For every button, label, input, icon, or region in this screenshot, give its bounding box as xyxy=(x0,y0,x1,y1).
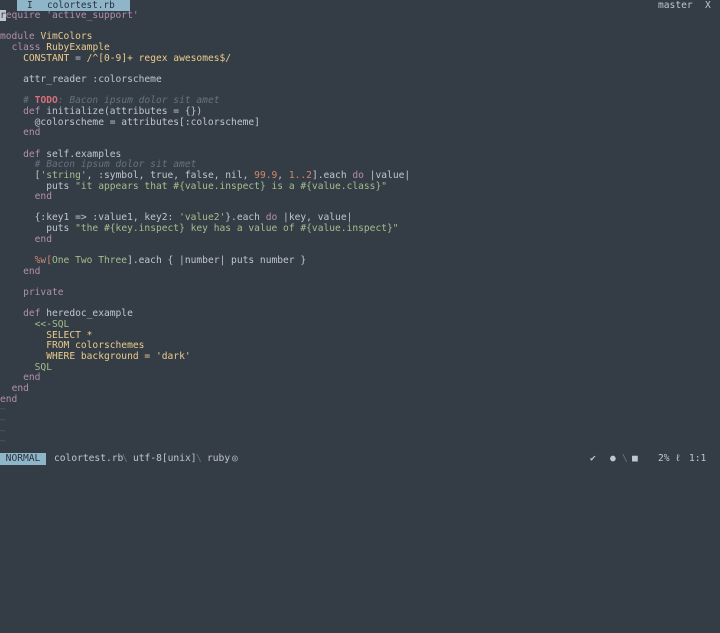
code-line: end xyxy=(0,233,720,246)
code-number: 99.9 xyxy=(254,169,278,181)
code-constant: CONSTANT xyxy=(23,52,70,64)
code-heredoc: SQL xyxy=(34,361,52,373)
code-keyword: do xyxy=(265,212,278,224)
scroll-percent: 2% xyxy=(658,453,670,464)
code-constant: RubyExample xyxy=(46,41,110,53)
code-text: equire 'active_support' xyxy=(5,10,139,21)
code-percent-w: %w[ xyxy=(34,255,52,267)
code-keyword: end xyxy=(34,191,52,203)
code-string: "the #{key.inspect} key has a value of #… xyxy=(75,223,399,235)
code-line: puts "the #{key.inspect} key has a value… xyxy=(0,223,720,235)
code-regex: /^[0-9]+ regex awesomes$/ xyxy=(86,52,232,64)
code-line: require 'active_support' xyxy=(0,10,720,22)
code-string: One Two Three xyxy=(51,255,128,267)
close-tab-button[interactable]: X xyxy=(705,0,711,11)
code-text: attr_reader :colorscheme xyxy=(23,73,162,85)
code-keyword: end xyxy=(34,233,52,245)
empty-line-tilde: ~ xyxy=(0,425,6,437)
code-keyword: class xyxy=(11,41,41,53)
check-icon: ✔ xyxy=(590,453,596,464)
code-constant: VimColors xyxy=(40,31,93,43)
dot-icon: ● xyxy=(610,453,616,464)
ruby-icon: ◎ xyxy=(232,453,238,464)
code-text: initialize(attributes = {}) xyxy=(46,105,203,117)
code-line: SQL xyxy=(0,361,720,374)
empty-line-tilde: ~ xyxy=(0,436,6,448)
code-comment: # TODO: Bacon ipsum dolor sit amet xyxy=(23,95,220,107)
code-text: @colorscheme = attributes[:colorscheme] xyxy=(34,116,260,128)
code-line: end xyxy=(0,393,720,406)
code-line: end xyxy=(0,191,720,203)
code-keyword: end xyxy=(23,265,41,277)
code-sql: SELECT * xyxy=(46,329,93,341)
code-keyword: end xyxy=(0,393,18,405)
code-string: 'string' xyxy=(40,169,87,181)
code-keyword: end xyxy=(23,372,41,384)
code-line: puts "it appears that #{value.inspect} i… xyxy=(0,180,720,193)
code-text: puts xyxy=(46,223,70,235)
empty-line-tilde: ~ xyxy=(0,404,6,416)
code-line: end xyxy=(0,265,720,278)
code-operator: = xyxy=(75,52,81,64)
empty-line-tilde: ~ xyxy=(0,414,6,426)
code-sql: WHERE background = 'dark' xyxy=(46,351,191,362)
code-text: self.examples xyxy=(46,148,122,160)
status-separator: \ xyxy=(122,453,128,464)
code-keyword: do xyxy=(352,169,364,181)
code-line: <<-SQL xyxy=(0,319,720,331)
code-keyword: def xyxy=(23,308,41,320)
code-string: 'value2' xyxy=(179,212,226,224)
code-line: @colorscheme = attributes[:colorscheme] xyxy=(0,116,720,129)
status-filename: colortest.rb xyxy=(54,453,124,464)
code-line: WHERE background = 'dark' xyxy=(0,351,720,363)
code-line: def heredoc_example xyxy=(0,309,720,320)
mode-indicator: NORMAL xyxy=(0,453,46,465)
square-icon: ■ xyxy=(632,453,638,464)
code-keyword: end xyxy=(11,382,29,394)
code-comment: # Bacon ipsum dolor sit amet xyxy=(34,159,197,171)
git-branch: master xyxy=(658,0,693,11)
statusline: NORMAL colortest.rb \ utf-8[unix] \ ruby… xyxy=(0,453,720,465)
code-line: attr_reader :colorscheme xyxy=(0,73,720,86)
code-keyword: private xyxy=(23,287,64,299)
code-line: %w[One Two Three].each { |number| puts n… xyxy=(34,255,307,267)
cursor-position: 1:1 xyxy=(689,453,707,464)
code-string: "it appears that #{value.inspect} is a #… xyxy=(75,180,388,192)
status-separator: \ xyxy=(622,453,628,464)
code-line: end xyxy=(0,372,720,384)
code-text: puts xyxy=(46,180,70,192)
todo-marker: TODO xyxy=(34,95,58,107)
code-keyword: end xyxy=(23,127,41,139)
code-sql: FROM colorschemes xyxy=(46,340,145,352)
status-separator: \ xyxy=(196,453,202,464)
code-keyword: def xyxy=(23,105,41,117)
status-encoding: utf-8[unix] xyxy=(133,453,197,464)
code-keyword: def xyxy=(23,148,41,160)
code-line: CONSTANT = /^[0-9]+ regex awesomes$/ xyxy=(0,52,720,65)
code-heredoc: <<-SQL xyxy=(34,319,70,331)
code-line: private xyxy=(0,287,720,299)
status-filetype: ruby xyxy=(207,453,231,464)
code-line: end xyxy=(0,382,720,395)
line-number-icon: ℓ xyxy=(675,453,681,464)
code-text: heredoc_example xyxy=(46,308,133,320)
editor-buffer[interactable]: require 'active_support' module VimColor… xyxy=(0,10,720,448)
code-keyword: module xyxy=(0,31,35,43)
code-number: 1..2 xyxy=(288,169,312,181)
code-line: end xyxy=(0,127,720,139)
